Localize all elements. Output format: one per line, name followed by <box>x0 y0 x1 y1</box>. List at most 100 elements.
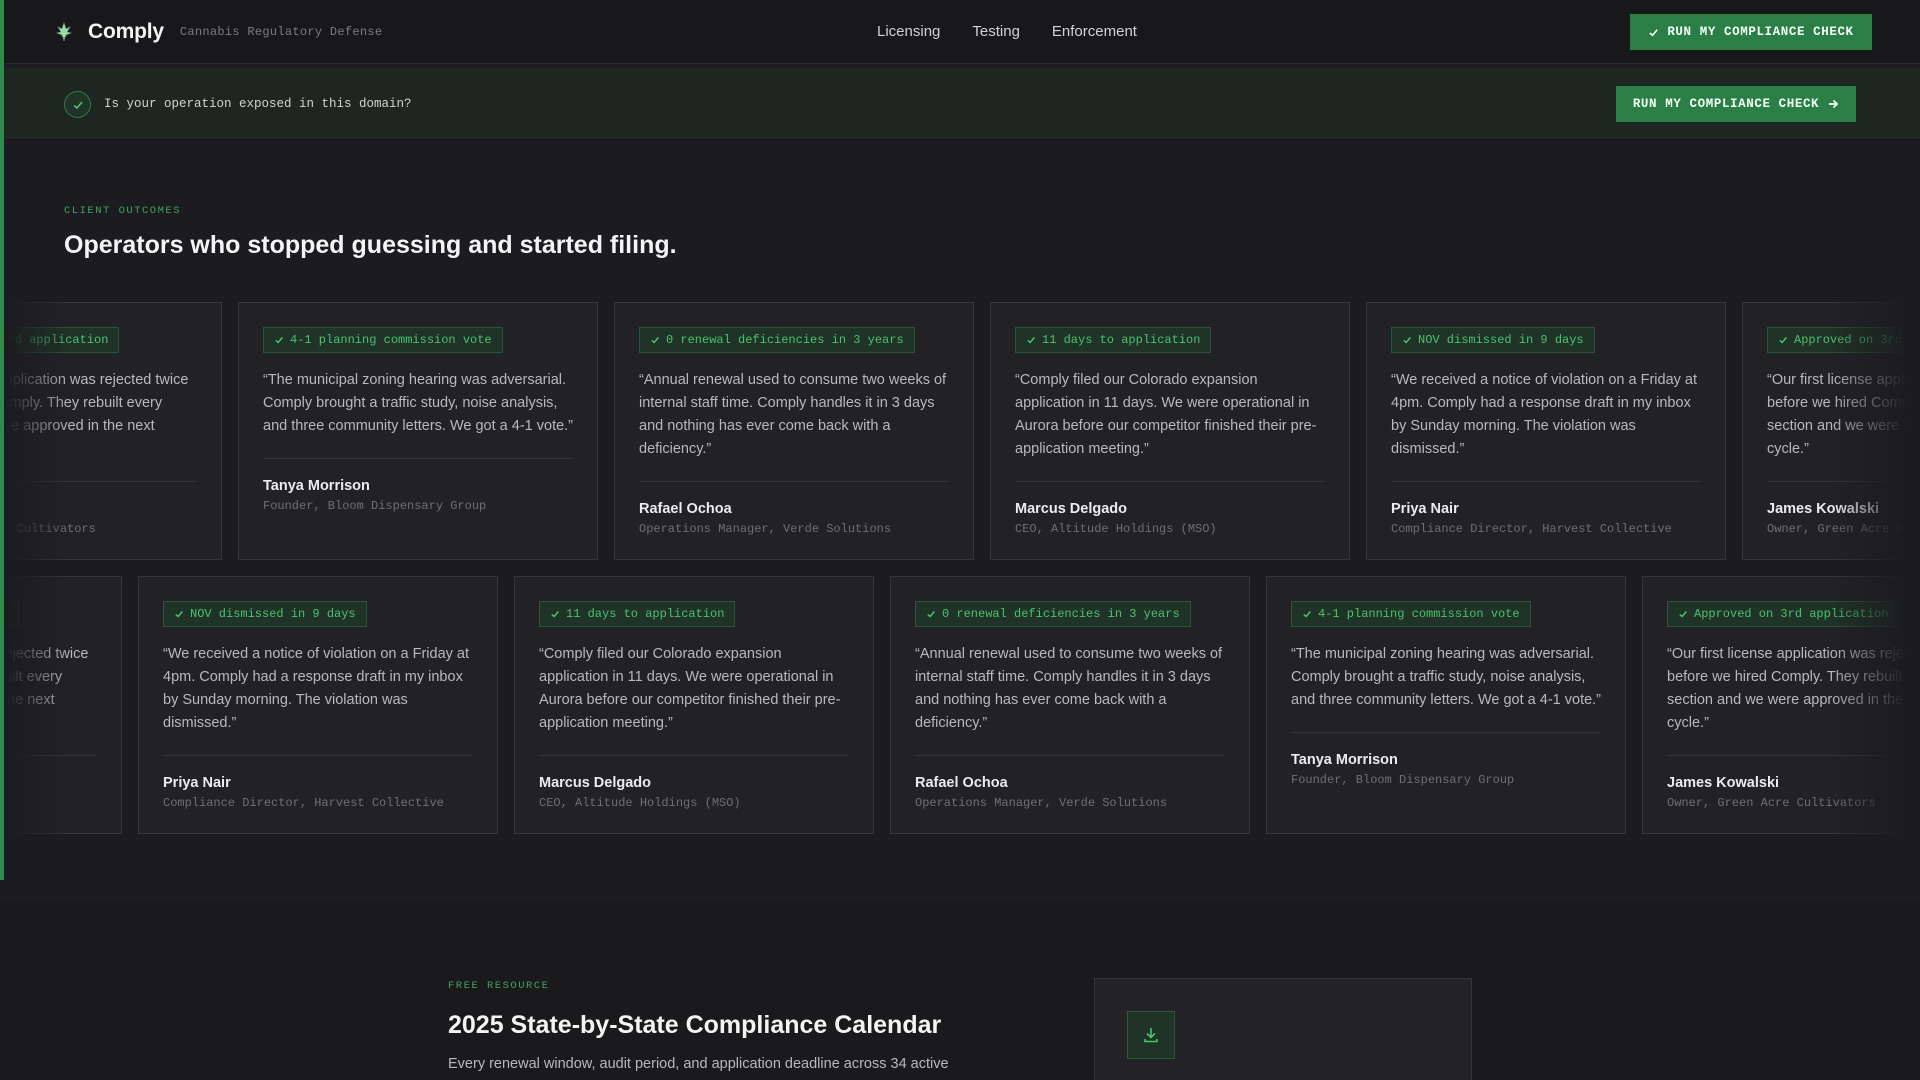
resource-title: 2025 State-by-State Compliance Calendar <box>448 1011 942 1039</box>
nav-links: Licensing Testing Enforcement <box>877 23 1169 40</box>
testimonial-card: 4-1 planning commission vote “The municip… <box>1266 576 1626 834</box>
resource-eyebrow: FREE RESOURCE <box>448 980 550 992</box>
testimonial-quote: “Annual renewal used to consume two week… <box>639 372 947 457</box>
carousel-fade-left <box>0 302 70 560</box>
outcome-badge: 4-1 planning commission vote <box>1291 601 1531 627</box>
testimonial-role: Operations Manager, Verde Solutions <box>639 522 892 536</box>
testimonial-quote: “Comply filed our Colorado expansion app… <box>1015 372 1317 457</box>
testimonial-quote: “We received a notice of violation on a … <box>163 646 470 731</box>
testimonial-author: Marcus Delgado <box>539 775 651 791</box>
badge-label: 4-1 planning commission vote <box>290 333 492 347</box>
badge-label: 11 days to application <box>566 607 725 621</box>
banner-compliance-check-button[interactable]: RUN MY COMPLIANCE CHECK <box>1616 86 1856 122</box>
card-divider <box>915 755 1225 756</box>
testimonial-role: Operations Manager, Verde Solutions <box>915 796 1168 810</box>
nav-link-licensing[interactable]: Licensing <box>877 23 940 40</box>
check-circle-icon <box>64 91 91 118</box>
testimonial-card: 0 renewal deficiencies in 3 years “Annual… <box>614 302 974 560</box>
left-accent-bar <box>0 0 4 880</box>
badge-label: 4-1 planning commission vote <box>1318 607 1520 621</box>
check-icon <box>651 337 659 344</box>
testimonial-carousel-row-1[interactable]: Approved on 3rd application“Our first li… <box>0 302 1920 560</box>
check-icon <box>1649 28 1659 36</box>
carousel-fade-right <box>1830 576 1920 834</box>
check-icon <box>1779 337 1787 344</box>
check-icon <box>1679 611 1687 618</box>
resource-download-card <box>1094 978 1472 1080</box>
testimonial-card: NOV dismissed in 9 days “We received a no… <box>1366 302 1726 560</box>
testimonial-quote: “The municipal zoning hearing was advers… <box>1291 646 1602 708</box>
testimonial-carousel-row-2[interactable]: Approved on 3rd application“Our first li… <box>0 576 1920 834</box>
check-icon <box>1027 337 1035 344</box>
free-resource-section: FREE RESOURCE 2025 State-by-State Compli… <box>0 898 1920 1080</box>
brand-tagline: Cannabis Regulatory Defense <box>179 25 383 39</box>
carousel-track: Approved on 3rd application“Our first li… <box>0 576 1920 834</box>
testimonial-author: Priya Nair <box>163 775 231 791</box>
arrow-right-icon <box>1829 99 1839 109</box>
testimonial-quote: “Comply filed our Colorado expansion app… <box>539 646 841 731</box>
nav-cta-label: RUN MY COMPLIANCE CHECK <box>1667 25 1854 39</box>
testimonial-card: 0 renewal deficiencies in 3 years “Annual… <box>890 576 1250 834</box>
outcome-badge: 11 days to application <box>1015 327 1212 353</box>
outcome-badge: 0 renewal deficiencies in 3 years <box>639 327 915 353</box>
card-divider <box>639 481 949 482</box>
testimonial-author: Tanya Morrison <box>1291 752 1398 768</box>
section-title: Operators who stopped guessing and start… <box>64 231 677 259</box>
card-divider <box>263 458 573 459</box>
badge-label: 0 renewal deficiencies in 3 years <box>666 333 904 347</box>
outcome-badge: 0 renewal deficiencies in 3 years <box>915 601 1191 627</box>
testimonial-role: CEO, Altitude Holdings (MSO) <box>539 796 741 810</box>
brand-name: Comply <box>88 20 164 43</box>
card-divider <box>163 755 473 756</box>
check-icon <box>1303 611 1311 618</box>
testimonial-role: Compliance Director, Harvest Collective <box>1391 522 1672 536</box>
check-icon <box>927 611 935 618</box>
check-icon <box>1403 337 1411 344</box>
badge-label: 0 renewal deficiencies in 3 years <box>942 607 1180 621</box>
testimonial-role: Founder, Bloom Dispensary Group <box>1291 773 1515 787</box>
testimonial-author: Rafael Ochoa <box>915 775 1008 791</box>
testimonial-card: 11 days to application “Comply filed our … <box>514 576 874 834</box>
outcome-badge: NOV dismissed in 9 days <box>1391 327 1595 353</box>
testimonial-card: 11 days to application “Comply filed our … <box>990 302 1350 560</box>
cannabis-leaf-icon <box>56 22 72 41</box>
testimonial-card: 4-1 planning commission vote “The municip… <box>238 302 598 560</box>
badge-label: NOV dismissed in 9 days <box>1418 333 1584 347</box>
badge-label: 11 days to application <box>1042 333 1201 347</box>
section-eyebrow: CLIENT OUTCOMES <box>64 205 182 217</box>
testimonial-author: Tanya Morrison <box>263 478 370 494</box>
testimonial-author: Rafael Ochoa <box>639 501 732 517</box>
outcome-badge: 4-1 planning commission vote <box>263 327 503 353</box>
testimonial-role: Compliance Director, Harvest Collective <box>163 796 444 810</box>
carousel-fade-right <box>1830 302 1920 560</box>
check-icon <box>275 337 283 344</box>
testimonial-author: Marcus Delgado <box>1015 501 1127 517</box>
carousel-track: Approved on 3rd application“Our first li… <box>0 302 1920 560</box>
outcome-badge: NOV dismissed in 9 days <box>163 601 367 627</box>
nav-link-enforcement[interactable]: Enforcement <box>1052 23 1137 40</box>
outcome-badge: 11 days to application <box>539 601 736 627</box>
card-divider <box>1391 481 1701 482</box>
testimonial-quote: “The municipal zoning hearing was advers… <box>263 372 574 434</box>
exposure-banner: Is your operation exposed in this domain… <box>0 68 1920 138</box>
card-divider <box>1015 481 1325 482</box>
brand[interactable]: Comply Cannabis Regulatory Defense <box>56 20 382 44</box>
top-nav: Comply Cannabis Regulatory Defense Licen… <box>0 0 1920 64</box>
nav-compliance-check-button[interactable]: RUN MY COMPLIANCE CHECK <box>1630 14 1872 50</box>
banner-text: Is your operation exposed in this domain… <box>104 97 412 111</box>
card-divider <box>539 755 849 756</box>
banner-cta-label: RUN MY COMPLIANCE CHECK <box>1632 97 1820 111</box>
testimonial-role: CEO, Altitude Holdings (MSO) <box>1015 522 1217 536</box>
testimonial-quote: “Annual renewal used to consume two week… <box>915 646 1223 731</box>
resource-description: Every renewal window, audit period, and … <box>448 1056 949 1072</box>
nav-link-testing[interactable]: Testing <box>972 23 1020 40</box>
testimonial-quote: “We received a notice of violation on a … <box>1391 372 1698 457</box>
carousel-fade-left <box>0 576 70 834</box>
testimonial-author: Priya Nair <box>1391 501 1459 517</box>
badge-label: NOV dismissed in 9 days <box>190 607 356 621</box>
download-icon <box>1144 1028 1158 1043</box>
download-button[interactable] <box>1127 1011 1175 1059</box>
check-icon <box>551 611 559 618</box>
card-divider <box>1291 732 1601 733</box>
check-icon <box>175 611 183 618</box>
